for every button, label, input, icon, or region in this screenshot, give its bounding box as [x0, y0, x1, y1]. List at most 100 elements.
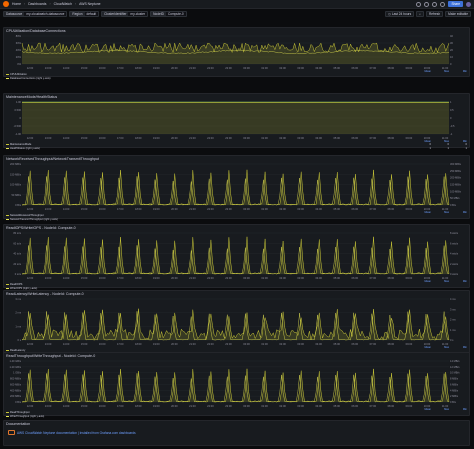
y-tick-right: 250 MB/s	[450, 169, 462, 173]
legend-col-header[interactable]: Min	[449, 70, 467, 73]
legend-series-name[interactable]: WriteThroughput (right y-axis)	[10, 415, 44, 418]
panel-3[interactable]: ReadIOPS/WriteIOPS - NodeId: Compute-0 80…	[3, 224, 471, 290]
panel-chart[interactable]: 200 MB/s 150 MB/s 100 MB/s 50 MB/s 0 B/s 300 …	[4, 162, 471, 211]
panel-title: ReadThroughput/WriteThroughput - NodeId:…	[6, 354, 96, 358]
variable-value[interactable]: my-cluster	[128, 12, 148, 16]
y-tick-left: 80%	[16, 34, 22, 38]
y-tick-left: 40 io/s	[13, 252, 21, 256]
panel-chart[interactable]: 1.000.5000-0.500-1.0010.50-0.5-112:00 13:…	[4, 100, 471, 140]
y-tick-right: 10	[450, 55, 453, 59]
y-tick-right: 100 MB/s	[450, 189, 462, 193]
help-icon[interactable]	[432, 1, 438, 7]
y-tick-right: -0.5	[450, 124, 455, 128]
y-tick-left: 0.500	[15, 108, 22, 112]
y-tick-right: 20	[450, 48, 453, 52]
y-tick-left: 20%	[16, 55, 22, 59]
y-tick-right: 150 MB/s	[450, 183, 462, 187]
legend-series-name[interactable]: HealthStatus (right y-axis)	[10, 147, 40, 150]
zoom-out-button[interactable]: ⌕	[416, 11, 424, 17]
panel-2[interactable]: NetworkReceivedThroughput/NetworkTransmi…	[3, 155, 471, 221]
y-tick-right: 30	[450, 41, 453, 45]
breadcrumb-cloudwatch[interactable]: CloudWatch	[54, 2, 72, 6]
legend-series-name[interactable]: NetworkTransmitThroughput (right y-axis)	[10, 218, 58, 221]
legend-col-header[interactable]: Min	[449, 346, 467, 349]
legend-row[interactable]: NetworkTransmitThroughput (right y-axis)	[6, 217, 467, 221]
breadcrumb-home[interactable]: Home	[12, 2, 21, 6]
y-tick-right: 1 ms	[450, 328, 456, 332]
y-tick-left: 800 MB/s	[10, 377, 22, 381]
variable-label: Datasource	[4, 12, 25, 16]
legend-col-header[interactable]: Mean	[413, 70, 432, 73]
legend-series-name[interactable]: DatabaseConnections (right y-axis)	[10, 77, 51, 80]
legend-swatch	[6, 218, 9, 220]
variable-region[interactable]: Region default	[69, 11, 100, 17]
panel-4[interactable]: ReadLatency/WriteLatency - NodeId: Compu…	[3, 290, 471, 356]
search-icon[interactable]	[416, 1, 422, 7]
panel-chart[interactable]: 1.40 GB/s 1.20 GB/s 1 GB/s 800 MB/s600 MB/s…	[4, 359, 471, 408]
legend-col-header[interactable]: Max	[431, 346, 449, 349]
refresh-button[interactable]: Refresh	[425, 11, 444, 17]
y-tick-right: 4 MB/s	[450, 388, 459, 392]
y-tick-right: 6 MB/s	[450, 382, 459, 386]
panel-5[interactable]: ReadThroughput/WriteThroughput - NodeId:…	[3, 352, 471, 418]
documentation-link[interactable]: AWS CloudWatch Neptune documentation | I…	[8, 430, 136, 435]
avatar[interactable]	[466, 1, 471, 7]
variable-label: ClusterIdentifier	[102, 12, 129, 16]
y-tick-right: 0 B/s	[450, 203, 457, 207]
breadcrumb-dashboards[interactable]: Dashboards	[28, 2, 46, 6]
variable-cluster[interactable]: ClusterIdentifier my-cluster	[101, 11, 149, 17]
legend-col-header[interactable]: Mean	[413, 346, 432, 349]
legend-row[interactable]: DatabaseConnections (right y-axis)	[6, 76, 467, 80]
variable-datasource[interactable]: Datasource my-cloudwatch-datasource	[3, 11, 68, 17]
y-tick-right: 50 MB/s	[450, 196, 460, 200]
legend-swatch	[6, 144, 9, 146]
y-tick-right: 4 ms	[450, 297, 456, 301]
legend-col-header[interactable]: Mean	[413, 280, 432, 283]
grafana-logo-icon[interactable]	[3, 1, 9, 7]
panel-chart[interactable]: 80%60%40%20%0%40302010012:00 13:00 14:00 15…	[4, 34, 471, 70]
legend-col-header[interactable]: Max	[431, 211, 449, 214]
legend-col-header[interactable]: Max	[431, 70, 449, 73]
y-tick-left: 1.00	[16, 100, 22, 104]
variable-value[interactable]: Compute-0	[165, 12, 186, 16]
panel-chart[interactable]: 3 ms2 ms1 ms0 s4 ms3 ms2 ms1 ms0 s12:00 1…	[4, 297, 471, 346]
breadcrumb-separator: ›	[49, 2, 51, 6]
add-icon[interactable]	[424, 1, 430, 7]
panel-legend: Mean Max Min ReadThroughput WriteThroughput …	[6, 408, 467, 418]
legend-col-header[interactable]: Min	[449, 408, 467, 411]
documentation-link-text[interactable]: AWS CloudWatch Neptune documentation | I…	[17, 431, 136, 435]
legend-col-header[interactable]: Min	[449, 211, 467, 214]
y-tick-left: 20 io/s	[13, 262, 21, 266]
legend-row[interactable]: HealthStatus (right y-axis) 1 1 1	[6, 146, 467, 150]
share-button[interactable]: Share	[448, 1, 463, 7]
y-tick-right: 10 MB/s	[450, 371, 460, 375]
y-tick-right: 12 MB/s	[450, 365, 460, 369]
time-range-picker[interactable]: ◷ Last 24 hours	[385, 11, 415, 17]
legend-col-header[interactable]: Max	[431, 280, 449, 283]
legend-col-header[interactable]: Max	[431, 408, 449, 411]
legend-col-header[interactable]: Min	[449, 280, 467, 283]
panel-chart[interactable]: 80 io/s 60 io/s 40 io/s 20 io/s 0 io/s 8 wio/…	[4, 231, 471, 280]
y-tick-right: 14 MB/s	[450, 359, 460, 363]
variable-value[interactable]: default	[84, 12, 99, 16]
make-editable-button[interactable]: Make editable	[445, 11, 471, 17]
y-tick-left: 150 MB/s	[10, 172, 22, 176]
legend-col-header[interactable]: Mean	[413, 211, 432, 214]
news-icon[interactable]	[440, 1, 446, 7]
y-tick-left: 0 B/s	[15, 400, 22, 404]
panel-0[interactable]: CPUUtilization/DatabaseConnections 80% 60%…	[3, 27, 471, 80]
legend-row[interactable]: WriteThroughput (right y-axis)	[6, 414, 467, 418]
y-tick-right: 2 ms	[450, 318, 456, 322]
y-tick-left: -0.500	[14, 124, 22, 128]
legend-swatch	[6, 74, 9, 76]
variable-nodeid[interactable]: NodeID Compute-0	[150, 11, 187, 17]
legend-col-header[interactable]: Mean	[413, 408, 432, 411]
panel-1[interactable]: MaintenanceMode/HealthStatus 1.00 0.500 0 -0…	[3, 93, 471, 150]
time-range-label: Last 24 hours	[391, 12, 412, 16]
panel-title: NetworkReceivedThroughput/NetworkTransmi…	[6, 157, 99, 161]
variable-value[interactable]: my-cloudwatch-datasource	[24, 12, 67, 16]
legend-swatch	[6, 284, 9, 286]
aws-logo-icon	[8, 430, 15, 435]
y-tick-right: 3 ms	[450, 307, 456, 311]
series-area	[22, 236, 449, 274]
